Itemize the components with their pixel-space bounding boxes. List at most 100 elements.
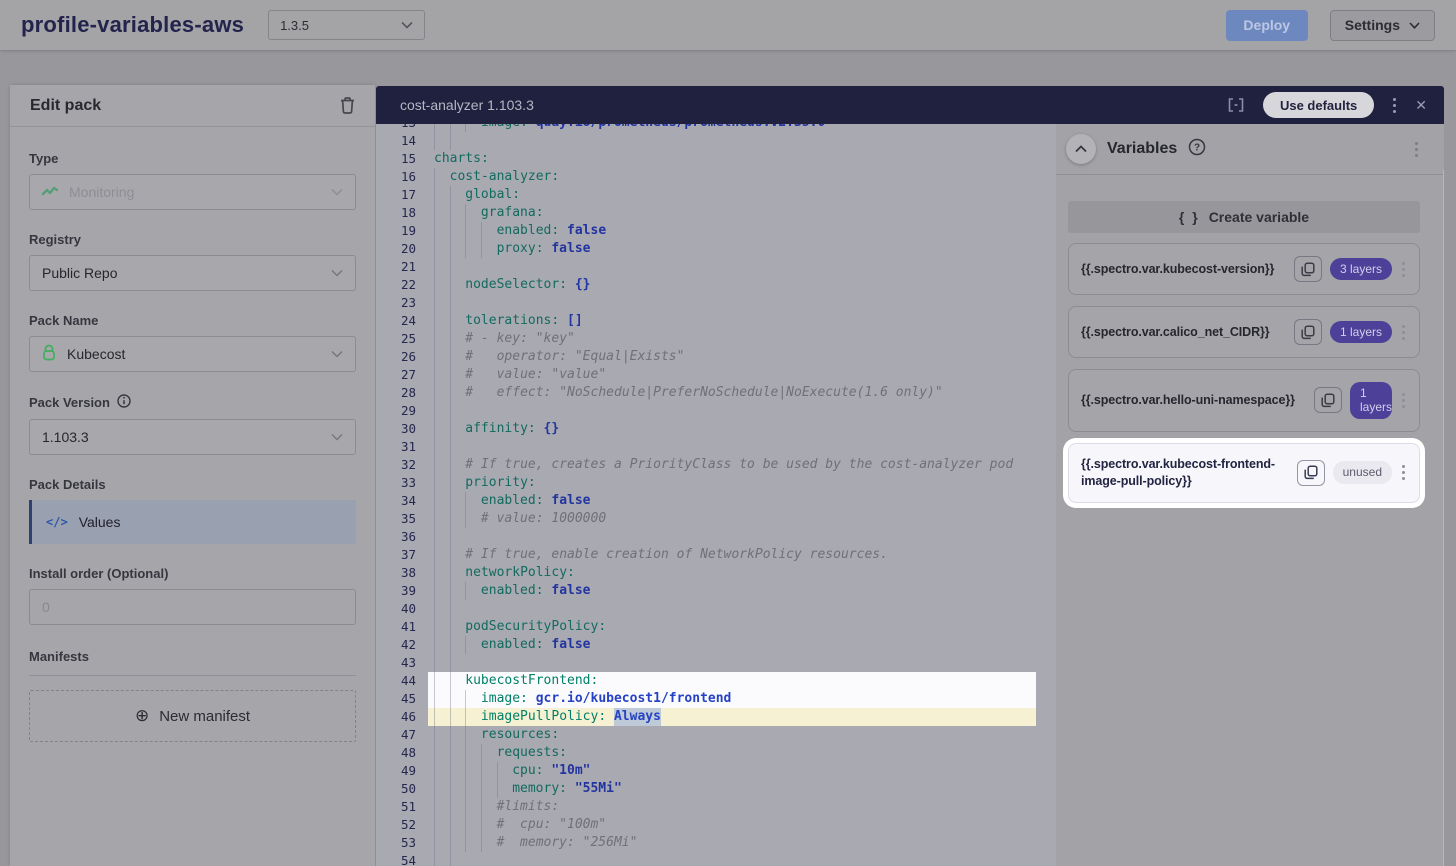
- code-line[interactable]: 21: [376, 258, 1056, 276]
- code-line[interactable]: 44kubecostFrontend:: [376, 672, 1056, 690]
- manifests-divider: [29, 675, 356, 676]
- chevron-down-icon: [331, 433, 343, 441]
- pack-version-label-text: Pack Version: [29, 395, 110, 410]
- code-line[interactable]: 38networkPolicy:: [376, 564, 1056, 582]
- variable-more-options-icon[interactable]: [1400, 463, 1407, 482]
- copy-icon[interactable]: [1294, 256, 1322, 282]
- code-line[interactable]: 16cost-analyzer:: [376, 168, 1056, 186]
- monitoring-icon: [42, 184, 58, 200]
- line-number: 23: [376, 294, 416, 312]
- code-line[interactable]: 29: [376, 402, 1056, 420]
- trash-icon[interactable]: [340, 97, 355, 114]
- code-line[interactable]: 14: [376, 132, 1056, 150]
- use-defaults-button[interactable]: Use defaults: [1263, 92, 1374, 118]
- code-line[interactable]: 37# If true, enable creation of NetworkP…: [376, 546, 1056, 564]
- code-line[interactable]: 32# If true, creates a PriorityClass to …: [376, 456, 1056, 474]
- variable-name: {{.spectro.var.kubecost-version}}: [1081, 261, 1286, 278]
- copy-icon[interactable]: [1314, 387, 1342, 413]
- code-line[interactable]: 24tolerations: []: [376, 312, 1056, 330]
- code-line[interactable]: 48requests:: [376, 744, 1056, 762]
- code-line[interactable]: 31: [376, 438, 1056, 456]
- code-line[interactable]: 17global:: [376, 186, 1056, 204]
- code-line[interactable]: 45image: gcr.io/kubecost1/frontend: [376, 690, 1056, 708]
- code-line[interactable]: 34enabled: false: [376, 492, 1056, 510]
- code-line[interactable]: 15charts:: [376, 150, 1056, 168]
- code-line[interactable]: 25# - key: "key": [376, 330, 1056, 348]
- code-line[interactable]: 40: [376, 600, 1056, 618]
- pack-name-value: Kubecost: [67, 346, 125, 362]
- code-line[interactable]: 26# operator: "Equal|Exists": [376, 348, 1056, 366]
- usage-badge: 1 layers: [1330, 321, 1392, 343]
- yaml-editor[interactable]: 13image: quay.io/prometheus/prometheus:v…: [376, 124, 1056, 866]
- code-line[interactable]: 39enabled: false: [376, 582, 1056, 600]
- variables-panel: Variables ? { } Create variable {{.spect…: [1056, 124, 1444, 866]
- close-icon[interactable]: ✕: [1415, 97, 1427, 114]
- code-line[interactable]: 22nodeSelector: {}: [376, 276, 1056, 294]
- code-line[interactable]: 51#limits:: [376, 798, 1056, 816]
- line-number: 47: [376, 726, 416, 744]
- line-number: 15: [376, 150, 416, 168]
- usage-badge: unused: [1333, 461, 1392, 483]
- code-line[interactable]: 35# value: 1000000: [376, 510, 1056, 528]
- code-line[interactable]: 30affinity: {}: [376, 420, 1056, 438]
- pack-version-select[interactable]: 1.103.3: [29, 419, 356, 455]
- line-number: 29: [376, 402, 416, 420]
- deploy-button[interactable]: Deploy: [1226, 10, 1308, 41]
- code-line[interactable]: 23: [376, 294, 1056, 312]
- code-line[interactable]: 18grafana:: [376, 204, 1056, 222]
- settings-button[interactable]: Settings: [1330, 10, 1435, 41]
- code-line[interactable]: 13image: quay.io/prometheus/prometheus:v…: [376, 124, 1056, 132]
- line-number: 43: [376, 654, 416, 672]
- variable-more-options-icon[interactable]: [1400, 323, 1407, 342]
- help-icon[interactable]: ?: [1188, 138, 1206, 161]
- variable-more-options-icon[interactable]: [1400, 260, 1407, 279]
- settings-label: Settings: [1345, 17, 1400, 33]
- kubecost-lock-icon: [42, 344, 56, 364]
- new-manifest-button[interactable]: ⊕ New manifest: [29, 690, 356, 742]
- code-line[interactable]: 54: [376, 852, 1056, 866]
- editor-more-options-icon[interactable]: [1391, 96, 1398, 115]
- variable-card[interactable]: {{.spectro.var.calico_net_CIDR}}1 layers: [1068, 306, 1420, 358]
- line-number: 21: [376, 258, 416, 276]
- line-number: 22: [376, 276, 416, 294]
- code-line[interactable]: 33priority:: [376, 474, 1056, 492]
- code-line[interactable]: 50memory: "55Mi": [376, 780, 1056, 798]
- create-variable-button[interactable]: { } Create variable: [1068, 201, 1420, 233]
- version-select[interactable]: 1.3.5: [268, 10, 425, 40]
- code-line[interactable]: 52# cpu: "100m": [376, 816, 1056, 834]
- code-line[interactable]: 20proxy: false: [376, 240, 1056, 258]
- code-line[interactable]: 47resources:: [376, 726, 1056, 744]
- code-line[interactable]: 42enabled: false: [376, 636, 1056, 654]
- usage-badge: 1 layers: [1350, 382, 1392, 419]
- code-line[interactable]: 43: [376, 654, 1056, 672]
- line-number: 44: [376, 672, 416, 690]
- code-line[interactable]: 41podSecurityPolicy:: [376, 618, 1056, 636]
- collapse-panel-icon[interactable]: [1066, 134, 1096, 164]
- copy-icon[interactable]: [1297, 460, 1325, 486]
- code-line[interactable]: 36: [376, 528, 1056, 546]
- variable-card[interactable]: {{.spectro.var.hello-uni-namespace}}1 la…: [1068, 369, 1420, 432]
- code-line[interactable]: 27# value: "value": [376, 366, 1056, 384]
- variable-card[interactable]: {{.spectro.var.kubecost-version}}3 layer…: [1068, 243, 1420, 295]
- variable-list: {{.spectro.var.kubecost-version}}3 layer…: [1068, 243, 1420, 503]
- variables-more-options-icon[interactable]: [1413, 140, 1420, 159]
- pack-name-label: Pack Name: [29, 313, 356, 328]
- expand-editor-icon[interactable]: [1226, 97, 1246, 113]
- code-line[interactable]: 49cpu: "10m": [376, 762, 1056, 780]
- pack-name-select[interactable]: Kubecost: [29, 336, 356, 372]
- pack-editor: cost-analyzer 1.103.3 Use defaults ✕ 13i…: [376, 86, 1444, 866]
- code-line[interactable]: 28# effect: "NoSchedule|PreferNoSchedule…: [376, 384, 1056, 402]
- variables-title: Variables: [1107, 140, 1177, 158]
- registry-select[interactable]: Public Repo: [29, 255, 356, 291]
- variable-more-options-icon[interactable]: [1400, 391, 1407, 410]
- variable-card[interactable]: {{.spectro.var.kubecost-frontend-image-p…: [1068, 443, 1420, 503]
- line-number: 53: [376, 834, 416, 852]
- copy-icon[interactable]: [1294, 319, 1322, 345]
- code-line[interactable]: 19enabled: false: [376, 222, 1056, 240]
- pack-details-values-item[interactable]: </> Values: [29, 500, 356, 544]
- edit-pack-title: Edit pack: [30, 97, 101, 115]
- install-order-input[interactable]: [29, 589, 356, 625]
- code-line[interactable]: 46imagePullPolicy: Always: [376, 708, 1056, 726]
- type-select[interactable]: Monitoring: [29, 174, 356, 210]
- code-line[interactable]: 53# memory: "256Mi": [376, 834, 1056, 852]
